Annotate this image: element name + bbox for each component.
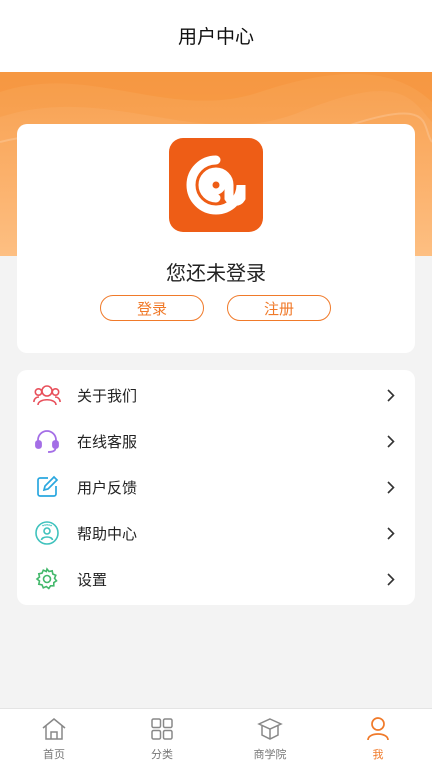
home-icon: [40, 715, 68, 743]
menu-item-online-service[interactable]: 在线客服: [17, 418, 415, 464]
tab-business-school[interactable]: 商学院: [216, 709, 324, 768]
login-button[interactable]: 登录: [100, 295, 204, 321]
menu-list: 关于我们 在线客服 用户反馈 帮助中心 设置: [17, 370, 415, 605]
gear-icon: [33, 565, 61, 593]
menu-item-label: 用户反馈: [77, 478, 138, 497]
bottom-tab-bar: 首页 分类 商学院 我: [0, 708, 432, 768]
tab-category[interactable]: 分类: [108, 709, 216, 768]
help-icon: [33, 519, 61, 547]
profile-card: 您还未登录 登录 注册: [17, 124, 415, 353]
tab-label: 商学院: [253, 748, 287, 761]
graduation-cap-icon: [256, 715, 284, 743]
page-title: 用户中心: [177, 25, 254, 48]
chevron-right-icon: [385, 388, 397, 402]
chevron-right-icon: [385, 572, 397, 586]
menu-item-label: 在线客服: [77, 432, 138, 451]
users-icon: [33, 381, 61, 409]
headset-icon: [33, 427, 61, 455]
chevron-right-icon: [385, 526, 397, 540]
tab-home[interactable]: 首页: [0, 709, 108, 768]
chevron-right-icon: [385, 434, 397, 448]
menu-item-label: 设置: [77, 570, 108, 589]
menu-item-label: 帮助中心: [77, 524, 138, 543]
at-sign-logo: [169, 138, 263, 232]
grid-icon: [148, 715, 176, 743]
menu-item-about-us[interactable]: 关于我们: [17, 372, 415, 418]
top-nav-bar: 用户中心: [0, 0, 432, 72]
tab-label: 分类: [151, 748, 173, 761]
menu-item-label: 关于我们: [77, 386, 138, 405]
menu-item-help-center[interactable]: 帮助中心: [17, 510, 415, 556]
register-button[interactable]: 注册: [227, 295, 331, 321]
person-icon: [364, 715, 392, 743]
tab-label: 我: [372, 748, 384, 761]
menu-item-settings[interactable]: 设置: [17, 556, 415, 602]
edit-icon: [33, 473, 61, 501]
menu-item-feedback[interactable]: 用户反馈: [17, 464, 415, 510]
tab-me[interactable]: 我: [324, 709, 432, 768]
chevron-right-icon: [385, 480, 397, 494]
login-status-text: 您还未登录: [166, 261, 266, 285]
tab-label: 首页: [43, 748, 65, 761]
